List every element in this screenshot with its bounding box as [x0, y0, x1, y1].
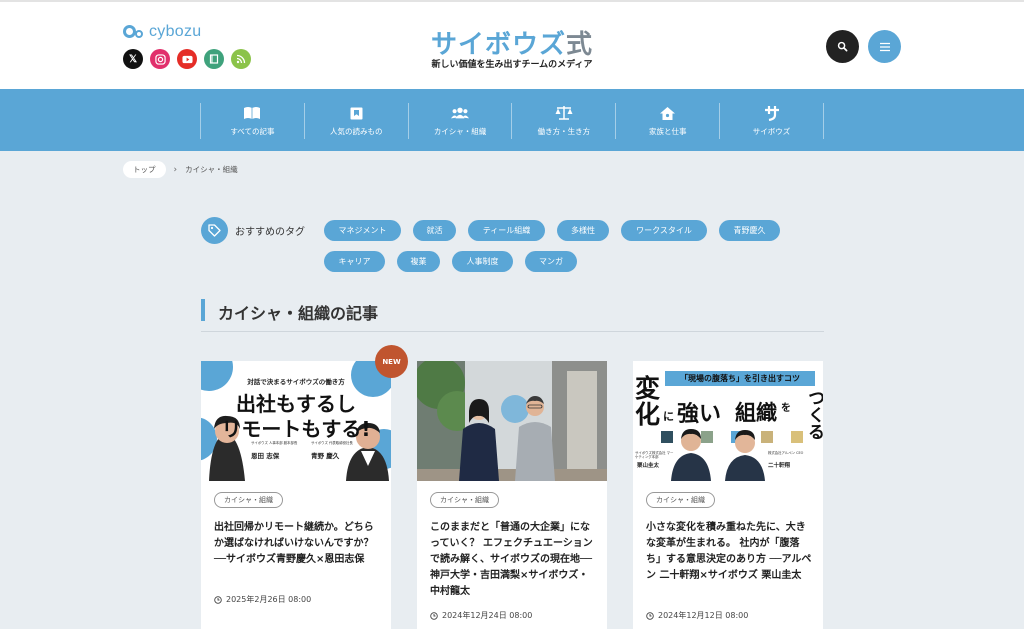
- category-label[interactable]: カイシャ・組織: [430, 492, 499, 508]
- breadcrumb: トップ › カイシャ・組織: [123, 161, 238, 178]
- article-card[interactable]: 「現場の腹落ち」を引き出すコツ 変 化 に 強い 組織 を つくる サイボウズ株…: [633, 361, 823, 629]
- clock-icon: [646, 611, 654, 620]
- tag-chip[interactable]: 就活: [413, 220, 456, 241]
- clock-icon: [214, 595, 222, 604]
- tag-chip[interactable]: マンガ: [525, 251, 577, 272]
- bookmark-icon: [347, 105, 365, 121]
- thumbnail-photo: [417, 361, 607, 481]
- article-card[interactable]: カイシャ・組織 このままだと「普通の大企業」になっていく？ エフェクチュエーショ…: [417, 361, 607, 629]
- thumbnail-person2-name: 青野 慶久: [311, 452, 340, 460]
- sa-icon: [763, 105, 781, 121]
- thumbnail-headline-2: リモートもする!: [221, 417, 371, 441]
- nav-item-company[interactable]: カイシャ・組織: [407, 103, 512, 139]
- nav-label: カイシャ・組織: [433, 127, 487, 136]
- section-header: カイシャ・組織の記事: [201, 297, 824, 332]
- thumbnail-person2-role: 株式会社アルペン CEO: [768, 451, 804, 455]
- scale-icon: [555, 105, 573, 121]
- article-thumbnail[interactable]: 対話で決まるサイボウズの働き方 出社もするし リモートもする! サイボウズ 人事…: [201, 361, 391, 481]
- search-button[interactable]: [826, 30, 859, 63]
- nav-item-family[interactable]: 家族と仕事: [615, 103, 719, 139]
- search-icon: [837, 41, 848, 52]
- tag-chip[interactable]: 複業: [397, 251, 440, 272]
- section-accent-bar: [201, 299, 205, 321]
- hamburger-icon: [879, 42, 890, 51]
- site-title-main: サイボウズ: [430, 30, 566, 60]
- thumbnail-person1-name: 栗山圭太: [637, 463, 660, 469]
- thumbnail-person2-role: サイボウズ 代表取締役社長: [311, 441, 353, 445]
- site-header: cybozu 𝕏 サイボウズ式 新しい価値を生み出すチームのメディア: [0, 0, 1024, 89]
- thumbnail-subtitle: 対話で決まるサイボウズの働き方: [247, 378, 345, 386]
- book-icon: [243, 105, 261, 121]
- people-icon: [451, 105, 470, 121]
- tag-chip[interactable]: ワークスタイル: [621, 220, 707, 241]
- tag-chip[interactable]: 青野慶久: [719, 220, 780, 241]
- nav-label: 人気の読みもの: [329, 127, 383, 136]
- article-date-text: 2025年2月26日 08:00: [226, 595, 312, 604]
- section-title: カイシャ・組織の記事: [218, 304, 379, 323]
- tag-chip[interactable]: マネジメント: [324, 220, 401, 241]
- category-label[interactable]: カイシャ・組織: [214, 492, 283, 508]
- home-icon: [659, 105, 677, 121]
- article-thumbnail[interactable]: 「現場の腹落ち」を引き出すコツ 変 化 に 強い 組織 を つくる サイボウズ株…: [633, 361, 823, 481]
- new-badge: NEW: [375, 345, 408, 378]
- chevron-right-icon: ›: [173, 164, 178, 175]
- article-date: 2024年12月24日 08:00: [430, 610, 532, 621]
- nav-item-popular[interactable]: 人気の読みもの: [303, 103, 408, 139]
- site-title-suffix: 式: [566, 30, 594, 60]
- tag-list-row-2: キャリア 複業 人事制度 マンガ: [324, 251, 577, 272]
- article-title[interactable]: 小さな変化を積み重ねた先に、大きな変革が生まれる。 社内が「腹落ち」する意思決定…: [646, 520, 814, 584]
- clock-icon: [430, 611, 438, 620]
- breadcrumb-current: カイシャ・組織: [185, 165, 238, 174]
- recommended-tags-title: おすすめのタグ: [235, 227, 305, 238]
- nav-item-workstyle[interactable]: 働き方・生き方: [511, 103, 615, 139]
- article-title[interactable]: 出社回帰かリモート継続か。どちらか選ばなければいけないんですか？──サイボウズ青…: [214, 520, 382, 568]
- site-tagline: 新しい価値を生み出すチームのメディア: [431, 60, 593, 70]
- breadcrumb-top-link[interactable]: トップ: [123, 161, 166, 178]
- article-date-text: 2024年12月24日 08:00: [442, 611, 533, 620]
- nav-label: 家族と仕事: [648, 127, 687, 136]
- article-date-text: 2024年12月12日 08:00: [658, 611, 749, 620]
- thumbnail-art: [661, 429, 803, 481]
- nav-label: 働き方・生き方: [537, 127, 591, 136]
- nav-label: サイボウズ: [752, 127, 791, 136]
- category-label[interactable]: カイシャ・組織: [646, 492, 715, 508]
- nav-label: すべての記事: [230, 127, 275, 136]
- menu-button[interactable]: [868, 30, 901, 63]
- thumbnail-person2-name: 二十軒翔: [768, 463, 791, 469]
- recommended-tags-header: おすすめのタグ: [201, 217, 305, 244]
- article-thumbnail[interactable]: [417, 361, 607, 481]
- tag-icon: [201, 217, 228, 244]
- thumbnail-person1-role: サイボウズ株式会社 マーケティング本部: [635, 451, 674, 459]
- category-nav: すべての記事 人気の読みもの カイシャ・組織 働き方・生き方 家族と仕事 サイボ…: [0, 89, 1024, 151]
- tag-list-row-1: マネジメント 就活 ティール組織 多様性 ワークスタイル 青野慶久: [324, 220, 780, 241]
- tag-chip[interactable]: キャリア: [324, 251, 385, 272]
- tag-chip[interactable]: 人事制度: [452, 251, 513, 272]
- article-card[interactable]: 対話で決まるサイボウズの働き方 出社もするし リモートもする! サイボウズ 人事…: [201, 361, 391, 629]
- nav-item-all-articles[interactable]: すべての記事: [200, 103, 304, 139]
- tag-chip[interactable]: ティール組織: [468, 220, 545, 241]
- thumbnail-person1-name: 恩田 志保: [251, 452, 280, 460]
- article-date: 2024年12月12日 08:00: [646, 610, 748, 621]
- tag-chip[interactable]: 多様性: [557, 220, 609, 241]
- thumbnail-person1-role: サイボウズ 人事本部 副本部長: [251, 441, 298, 445]
- article-title[interactable]: このままだと「普通の大企業」になっていく？ エフェクチュエーションで読み解く、サ…: [430, 520, 598, 600]
- article-date: 2025年2月26日 08:00: [214, 594, 311, 605]
- nav-item-cybozu[interactable]: サイボウズ: [719, 103, 824, 139]
